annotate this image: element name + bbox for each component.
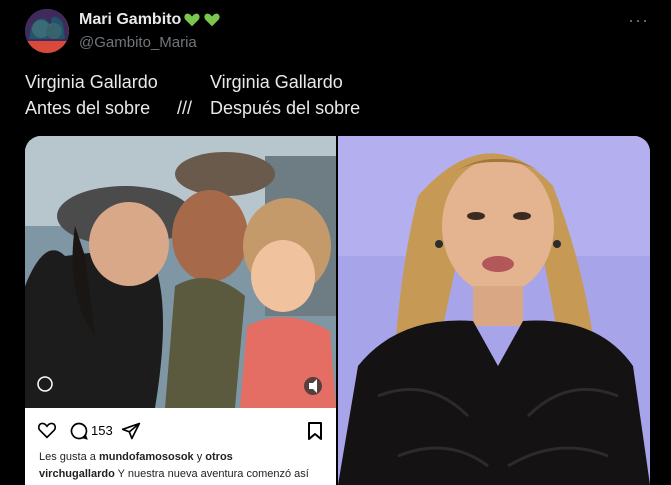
tweet-text-line1-right: Virginia Gallardo	[210, 72, 343, 92]
bookmark-icon[interactable]	[307, 421, 323, 441]
comment-icon[interactable]	[69, 421, 89, 441]
tv-photo[interactable]	[338, 136, 650, 485]
instagram-photo[interactable]	[25, 136, 336, 408]
likes-user[interactable]: mundofamososok	[99, 451, 194, 463]
share-icon[interactable]	[121, 421, 141, 441]
like-heart-icon[interactable]	[37, 421, 57, 439]
likes-text: Les gusta a mundofamososok y otros	[39, 451, 233, 463]
author-display-name[interactable]: Mari Gambito	[79, 11, 181, 29]
tweet-media[interactable]: 153 Les gusta a mundofamososok y otros v…	[25, 136, 650, 485]
author-handle[interactable]: @Gambito_Maria	[79, 34, 197, 51]
tweet-text-line2-right: Después del sobre	[210, 98, 361, 118]
likes-suffix: y	[193, 451, 206, 463]
tweet-text-line2-left: Antes del sobre	[25, 98, 151, 118]
instagram-photo-art	[25, 136, 336, 408]
likes-others[interactable]: otros	[205, 451, 233, 463]
comment-count: 153	[91, 423, 113, 438]
caption: virchugallardo Y nuestra nueva aventura …	[39, 468, 309, 480]
caption-user[interactable]: virchugallardo	[39, 468, 115, 480]
likes-prefix: Les gusta a	[39, 451, 99, 463]
more-options-icon[interactable]: ···	[628, 10, 649, 31]
caption-text: Y nuestra nueva aventura comenzó así	[114, 468, 309, 480]
avatar[interactable]	[25, 9, 69, 53]
tweet-text-separator: ///	[177, 98, 193, 118]
instagram-action-bar: 153 Les gusta a mundofamososok y otros v…	[25, 408, 336, 485]
tv-photo-art	[338, 136, 650, 485]
author-name-row: Mari Gambito	[79, 11, 221, 29]
green-heart-icon	[184, 13, 200, 27]
green-heart-icon	[204, 13, 220, 27]
avatar-art	[25, 9, 69, 53]
tweet-text-line1-left: Virginia Gallardo	[25, 72, 158, 92]
